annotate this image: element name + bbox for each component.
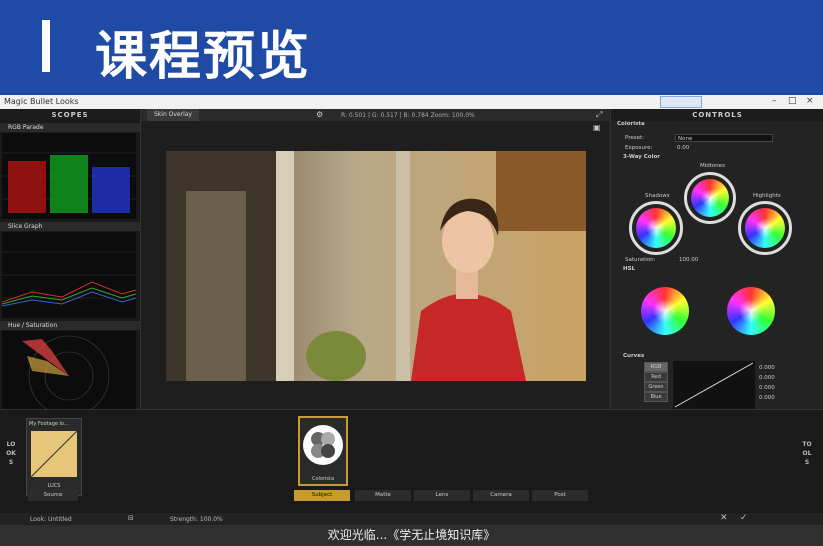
tool-name: Colorista [617,121,645,127]
curve-channel-red[interactable]: Red [644,372,668,382]
save-look-icon[interactable]: ⊟ [128,514,134,522]
banner: 课程预览 [0,0,823,95]
curve-channel-rgb[interactable]: RGB [644,362,668,372]
close-button[interactable]: × [806,96,814,106]
slice-graph-plot [1,251,137,307]
scopes-panel: SCOPES RGB Parade Slice Graph Hue / Satu… [0,109,141,417]
tab-subject[interactable]: Subject [294,490,350,501]
preview-image [166,151,586,381]
highlights-label: Highlights [753,193,781,199]
look-name[interactable]: Look: Untitled [30,516,72,523]
tab-matte[interactable]: Matte [355,490,411,501]
curve-graph[interactable] [673,361,755,409]
skin-overlay-tab[interactable]: Skin Overlay [147,109,199,121]
curve-value-3: 0.000 [759,385,775,391]
status-bar: Look: Untitled ⊟ Strength: 100.0% ✕ ✓ [0,513,823,525]
controls-panel: CONTROLS Colorista Preset: None Exposure… [610,109,823,409]
preset-label: Preset: [625,135,645,141]
shadows-wheel[interactable] [636,208,676,248]
saturation-value[interactable]: 100.00 [679,257,698,263]
scope-section-slice-graph[interactable]: Slice Graph [0,222,140,231]
app-area: SCOPES RGB Parade Slice Graph Hue / Satu… [0,109,823,514]
strength-value[interactable]: Strength: 100.0% [170,516,223,523]
cancel-icon[interactable]: ✕ [720,513,728,523]
preset-value: None [678,136,693,142]
rgb-parade-graph [2,133,136,219]
hsl-wheel-right[interactable] [727,287,775,335]
gear-icon[interactable]: ⚙ [316,110,323,119]
titlebar-badge[interactable] [660,96,702,108]
saturation-label: Saturation: [625,257,656,263]
look-card[interactable]: My Footage lo... LUCS [26,418,82,496]
controls-header: CONTROLS [611,109,823,121]
curve-value-1: 0.000 [759,365,775,371]
exposure-value[interactable]: 0.00 [677,145,689,151]
colorista-icon [303,425,343,465]
slice-graph [1,232,137,318]
color-readout: R: 0.501 | G: 0.517 | B: 0.784 Zoom: 100… [341,112,475,119]
banner-title: 课程预览 [95,27,312,87]
midtones-wheel[interactable] [691,179,729,217]
tab-lens[interactable]: Lens [414,490,470,501]
hue-saturation-graph [2,331,136,417]
look-thumbnail [31,431,77,477]
curve-value-4: 0.000 [759,395,775,401]
minimize-button[interactable]: – [772,96,777,106]
exposure-label: Exposure: [625,145,653,151]
rgb-parade-plot [2,152,136,213]
tools-drawer-label[interactable]: TOOLS [802,440,812,467]
source-tab[interactable]: Source [28,490,78,501]
footer-caption: 欢迎光临...《学无止境知识库》 [0,525,823,546]
window-titlebar: Magic Bullet Looks – □ × [0,95,823,109]
preview-panel: Skin Overlay ⚙ R: 0.501 | G: 0.517 | B: … [141,109,609,409]
look-card-title: My Footage lo... [29,421,69,427]
three-way-color-label: 3-Way Color [623,154,660,160]
maximize-button[interactable]: □ [788,96,797,106]
curve-channel-blue[interactable]: Blue [644,392,668,402]
source-tab-label: Source [43,492,63,498]
looks-tools-strip: LOOKS TOOLS My Footage lo... LUCS Source… [0,409,823,514]
shadows-label: Shadows [645,193,670,199]
banner-accent-bar [42,20,50,72]
look-card-sub: LUCS [47,483,61,489]
looks-label-text: LOOKS [6,441,16,466]
viewer-toolbar: Skin Overlay ⚙ R: 0.501 | G: 0.517 | B: … [141,109,609,121]
hsl-label: HSL [623,266,636,272]
camera-icon[interactable]: ▣ [593,123,601,132]
tools-label-text: TOOLS [802,441,812,466]
preview-photo [166,151,586,381]
colorista-card-label: Colorista [311,476,335,482]
curves-label: Curves [623,353,645,359]
hsl-wheel-left[interactable] [641,287,689,335]
colorista-tool-card[interactable]: Colorista [298,416,348,486]
hue-saturation-plot [22,335,110,417]
curve-value-2: 0.000 [759,375,775,381]
window-title: Magic Bullet Looks [4,97,79,106]
curve-channel-green[interactable]: Green [644,382,668,392]
tab-post[interactable]: Post [532,490,588,501]
scope-section-rgb-parade[interactable]: RGB Parade [0,123,140,132]
fit-view-icon[interactable]: ⤢ [596,110,602,120]
scope-section-hue-saturation[interactable]: Hue / Saturation [0,321,140,330]
midtones-label: Midtones [700,163,726,169]
tab-camera[interactable]: Camera [473,490,529,501]
confirm-icon[interactable]: ✓ [740,513,748,523]
highlights-wheel[interactable] [745,208,785,248]
preset-dropdown[interactable]: None [675,134,773,142]
scopes-header: SCOPES [0,109,140,121]
looks-drawer-label[interactable]: LOOKS [6,440,16,467]
